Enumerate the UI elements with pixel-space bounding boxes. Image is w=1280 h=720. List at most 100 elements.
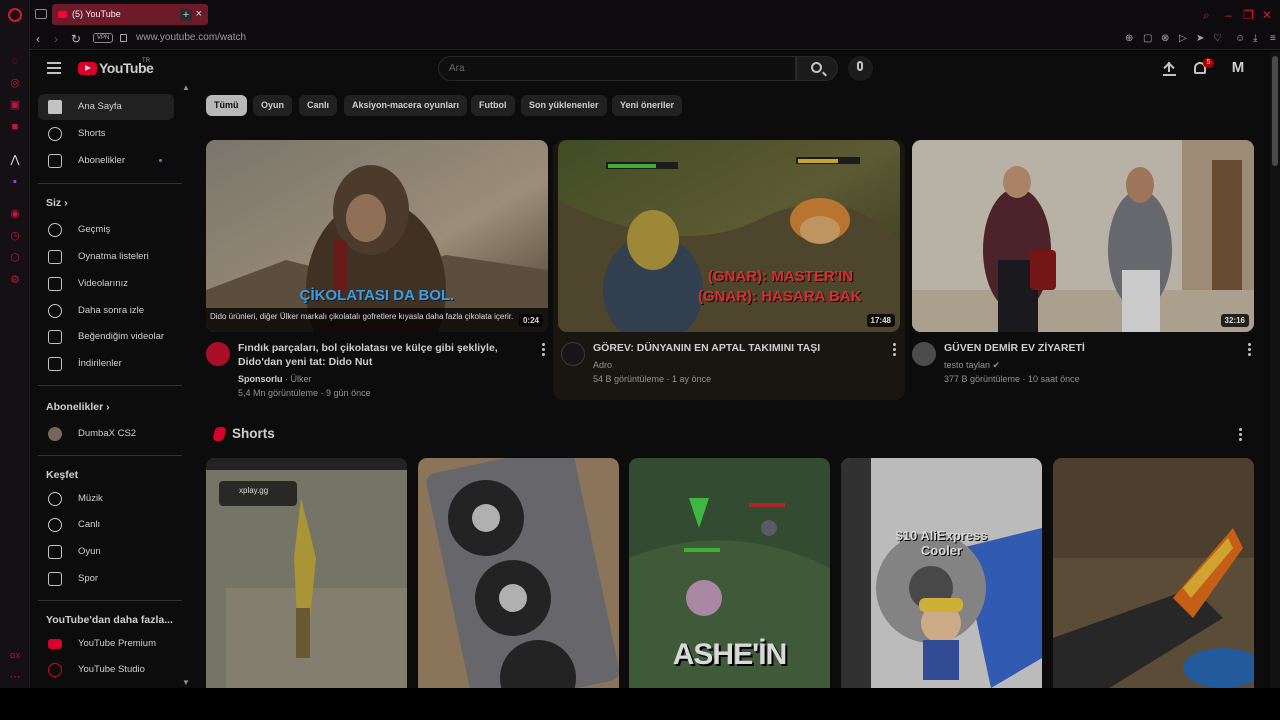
sidebar-item-label: Beğendiğim videolar bbox=[78, 331, 165, 342]
sidebar-item-subscriptions[interactable]: Abonelikler bbox=[38, 148, 174, 174]
scrollbar-thumb[interactable] bbox=[1272, 56, 1278, 166]
maximize-icon[interactable]: ❐ bbox=[1243, 8, 1254, 22]
search-button[interactable] bbox=[796, 56, 838, 81]
video-stats: 5,4 Mn görüntüleme · 9 gün önce bbox=[238, 388, 371, 398]
more-actions-icon[interactable] bbox=[1248, 343, 1252, 357]
page-scrollbar[interactable] bbox=[1270, 51, 1280, 688]
short-card[interactable]: xplay.gg bbox=[206, 458, 407, 688]
video-card[interactable]: (GNAR): MASTER'IN (GNAR): HASARA BAK 17:… bbox=[553, 140, 905, 400]
video-thumbnail[interactable]: (GNAR): MASTER'IN (GNAR): HASARA BAK 17:… bbox=[558, 140, 900, 332]
sidebar-item-label: Daha sonra izle bbox=[78, 305, 145, 316]
gx-icon[interactable]: GX bbox=[9, 651, 21, 663]
thumbnail-image bbox=[912, 140, 1254, 332]
history-rail-icon[interactable]: ◷ bbox=[9, 230, 21, 242]
video-channel[interactable]: Adro bbox=[593, 360, 612, 370]
more-rail-icon[interactable]: ⋯ bbox=[9, 671, 21, 683]
video-title[interactable]: GÖREV: DÜNYANIN EN APTAL TAKIMINI TAŞI bbox=[593, 341, 883, 355]
sidebar-item-youtube-premium[interactable]: YouTube Premium bbox=[38, 631, 174, 657]
chip-football[interactable]: Futbol bbox=[471, 95, 515, 116]
player-icon[interactable]: ◉ bbox=[9, 208, 21, 220]
extensions-rail-icon[interactable]: ⬡ bbox=[9, 252, 21, 264]
chip-action-adventure[interactable]: Aksiyon-macera oyunları bbox=[344, 95, 468, 116]
sidebar-scroll-down-icon[interactable]: ▼ bbox=[182, 678, 190, 687]
sidebar-item-live[interactable]: Canlı bbox=[38, 512, 174, 538]
vpn-badge[interactable]: VPN bbox=[93, 33, 114, 43]
channel-avatar[interactable] bbox=[561, 342, 585, 366]
aria-icon[interactable]: ◌ bbox=[9, 55, 21, 67]
settings-rail-icon[interactable]: ⚙ bbox=[9, 274, 21, 286]
sidebar-item-watch-later[interactable]: Daha sonra izle bbox=[38, 298, 174, 324]
short-card[interactable]: ASHE'İN bbox=[629, 458, 830, 688]
sidebar-item-downloads[interactable]: İndirilenler bbox=[38, 351, 174, 377]
sidebar-scroll-up-icon[interactable]: ▲ bbox=[182, 83, 190, 92]
video-card[interactable]: ÇİKOLATASI DA BOL. Dido ürünleri, diğer … bbox=[206, 140, 548, 400]
url-field[interactable]: www.youtube.com/watch bbox=[136, 32, 246, 43]
lock-icon[interactable] bbox=[120, 34, 127, 42]
more-actions-icon[interactable] bbox=[542, 343, 546, 357]
video-title[interactable]: GÜVEN DEMİR EV ZİYARETİ bbox=[944, 341, 1234, 355]
reload-button[interactable]: ↻ bbox=[71, 32, 81, 46]
extension-icon[interactable]: ⊗ bbox=[1161, 33, 1169, 44]
sidebar-item-label: Müzik bbox=[78, 493, 103, 504]
voice-search-button[interactable] bbox=[848, 56, 873, 81]
chip-gaming[interactable]: Oyun bbox=[253, 95, 293, 116]
sidebar-item-home[interactable]: Ana Sayfa bbox=[38, 94, 174, 120]
sidebar-item-gaming[interactable]: Oyun bbox=[38, 539, 174, 565]
search-tabs-icon[interactable]: ⌕ bbox=[1203, 8, 1210, 23]
channel-avatar[interactable] bbox=[912, 342, 936, 366]
sidebar-item-music[interactable]: Müzik bbox=[38, 486, 174, 512]
twitch-icon[interactable]: ▪ bbox=[9, 176, 21, 188]
more-actions-icon[interactable] bbox=[893, 343, 897, 357]
send-icon[interactable]: ➤ bbox=[1196, 33, 1204, 44]
more-actions-icon[interactable] bbox=[1239, 428, 1243, 443]
pin-icon[interactable]: ⊕ bbox=[1125, 33, 1133, 44]
player-toolbar-icon[interactable]: ▷ bbox=[1179, 33, 1187, 44]
chip-all[interactable]: Tümü bbox=[206, 95, 247, 116]
chip-new-to-you[interactable]: Yeni öneriler bbox=[612, 95, 683, 116]
tab-close-icon[interactable]: × bbox=[196, 4, 202, 25]
opera-logo-icon[interactable] bbox=[8, 8, 22, 22]
video-title[interactable]: Fındık parçaları, bol çikolatası ve külç… bbox=[238, 341, 528, 369]
music-player-icon[interactable]: ⋀ bbox=[9, 154, 21, 166]
chip-recently-uploaded[interactable]: Son yüklenenler bbox=[521, 95, 607, 116]
sidebar-item-shorts[interactable]: Shorts bbox=[38, 121, 174, 147]
sidebar-item-playlists[interactable]: Oynatma listeleri bbox=[38, 244, 174, 270]
back-button[interactable]: ‹ bbox=[36, 32, 40, 46]
channel-avatar[interactable] bbox=[206, 342, 230, 366]
shorts-section-title: Shorts bbox=[232, 426, 275, 441]
easy-setup-icon[interactable]: ≡ bbox=[1270, 33, 1276, 44]
messenger-icon[interactable]: ▣ bbox=[9, 99, 21, 111]
tab-menu-icon[interactable] bbox=[35, 9, 47, 19]
video-thumbnail[interactable]: 32:16 bbox=[912, 140, 1254, 332]
heart-icon[interactable]: ♡ bbox=[1213, 33, 1222, 44]
sidebar-item-liked-videos[interactable]: Beğendiğim videolar bbox=[38, 324, 174, 350]
account-avatar[interactable]: M bbox=[1229, 59, 1247, 77]
sidebar-heading-subscriptions[interactable]: Abonelikler › bbox=[46, 401, 110, 413]
search-input[interactable] bbox=[449, 57, 779, 80]
new-tab-button[interactable]: + bbox=[180, 9, 192, 21]
video-channel[interactable]: testo taylan ✔ bbox=[944, 360, 1000, 371]
close-window-icon[interactable]: ✕ bbox=[1262, 8, 1272, 22]
sidebar-item-channel[interactable]: DumbaX CS2 bbox=[38, 421, 174, 447]
short-card[interactable] bbox=[418, 458, 619, 688]
profile-icon[interactable]: ☺ bbox=[1235, 33, 1245, 44]
snapshot-icon[interactable]: ▢ bbox=[1143, 33, 1152, 44]
shorts-logo-icon bbox=[212, 427, 227, 441]
forward-button[interactable]: › bbox=[54, 32, 58, 46]
sidebar-item-your-videos[interactable]: Videolarınız bbox=[38, 271, 174, 297]
sidebar-item-youtube-studio[interactable]: YouTube Studio bbox=[38, 657, 174, 683]
download-icon[interactable]: ⤓ bbox=[1253, 33, 1257, 44]
minimize-icon[interactable]: – bbox=[1225, 8, 1232, 22]
short-card[interactable]: $10 AliExpress Cooler bbox=[841, 458, 1042, 688]
sidebar-item-history[interactable]: Geçmiş bbox=[38, 217, 174, 243]
video-card[interactable]: 32:16 GÜVEN DEMİR EV ZİYARETİ testo tayl… bbox=[912, 140, 1254, 400]
advertiser-name[interactable]: · Ülker bbox=[283, 374, 312, 384]
video-thumbnail[interactable]: ÇİKOLATASI DA BOL. Dido ürünleri, diğer … bbox=[206, 140, 548, 332]
ai-icon[interactable]: ◎ bbox=[9, 77, 21, 89]
chip-live[interactable]: Canlı bbox=[299, 95, 338, 116]
menu-icon[interactable] bbox=[47, 62, 61, 74]
short-card[interactable] bbox=[1053, 458, 1254, 688]
telegram-icon[interactable]: ■ bbox=[9, 121, 21, 133]
sidebar-item-sports[interactable]: Spor bbox=[38, 566, 174, 592]
sidebar-heading-you[interactable]: Siz › bbox=[46, 197, 68, 209]
